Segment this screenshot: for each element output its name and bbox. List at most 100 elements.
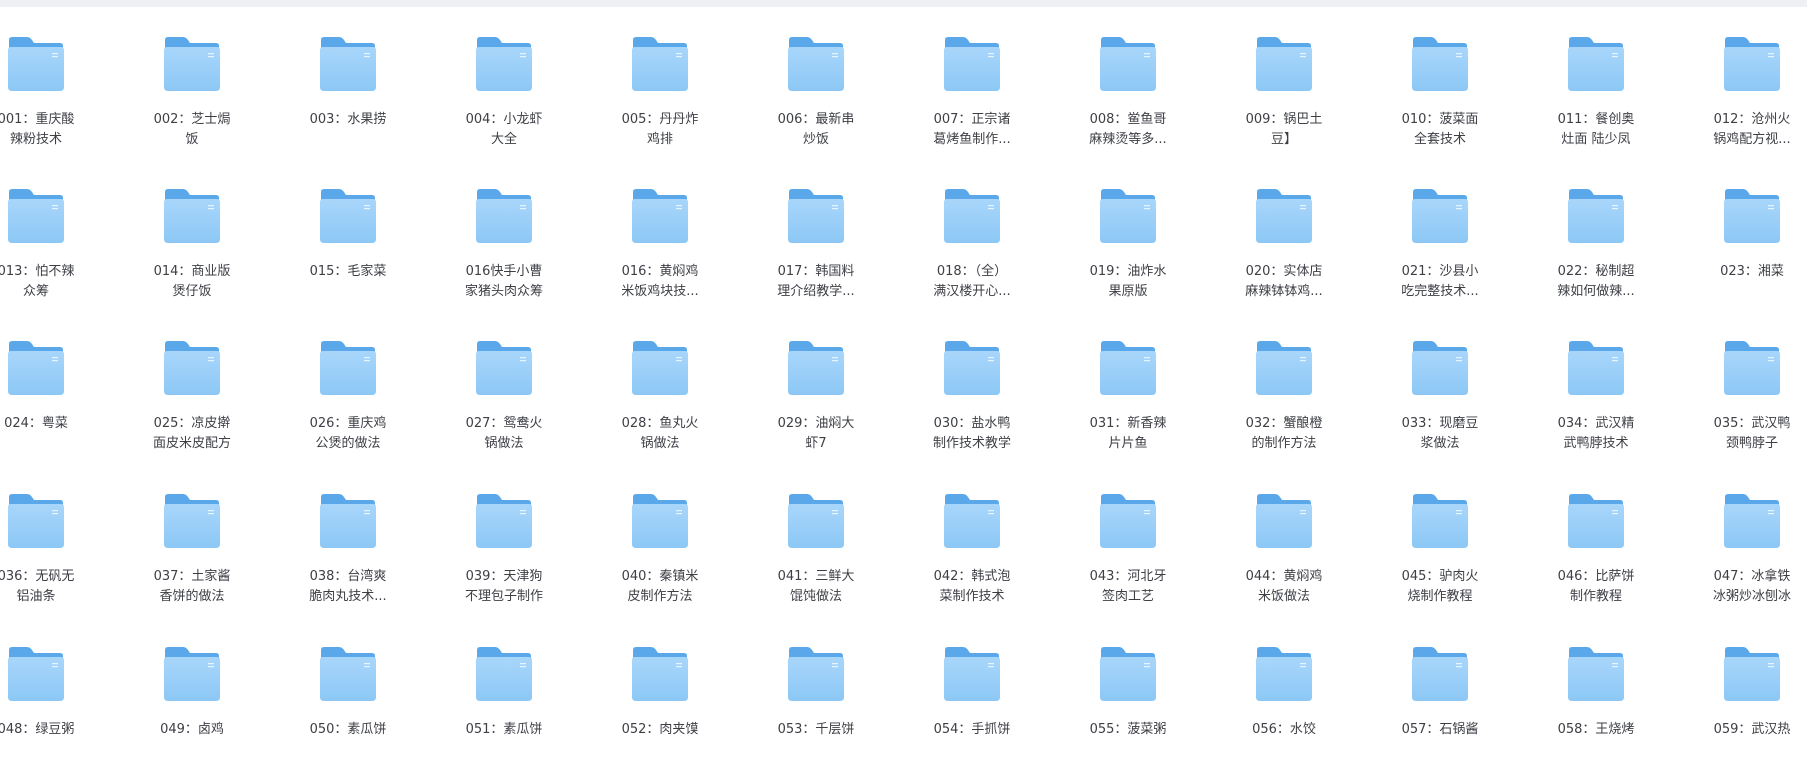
folder-item[interactable]: 004：小龙虾 大全 (426, 0, 582, 152)
folder-name-line1: 010：菠菜面 (1401, 112, 1479, 127)
folder-item[interactable]: 052：肉夹馍 (582, 610, 738, 762)
folder-item[interactable]: 045：驴肉火 烧制作教程 (1362, 457, 1518, 609)
folder-item[interactable]: 046：比萨饼 制作教程 (1518, 457, 1674, 609)
folder-name-line2: 全套技术 (1413, 132, 1466, 147)
folder-name: 016快手小曹 家猪头肉众筹 (434, 262, 574, 302)
folder-item[interactable]: 054：手抓饼 (894, 610, 1050, 762)
folder-item[interactable]: 053：千层饼 (738, 610, 894, 762)
folder-item[interactable]: 026：重庆鸡 公煲的做法 (270, 304, 426, 456)
folder-item[interactable]: 002：芝士焗饭 (114, 0, 270, 152)
folder-name: 003：水果捞 (278, 110, 418, 130)
folder-item[interactable]: 056：水饺 (1206, 610, 1362, 762)
folder-item[interactable]: 027：鸳鸯火 锅做法 (426, 304, 582, 456)
folder-item[interactable]: 049：卤鸡 (114, 610, 270, 762)
folder-name: 054：手抓饼 (902, 720, 1042, 740)
folder-item[interactable]: 035：武汉鸭 颈鸭脖子 (1674, 304, 1807, 456)
folder-name-line2: 辣如何做辣... (1557, 284, 1635, 299)
folder-item[interactable]: 024：粤菜 (0, 304, 114, 456)
folder-name: 027：鸳鸯火 锅做法 (434, 414, 574, 454)
folder-item[interactable]: 029：油焖大 虾7 (738, 304, 894, 456)
folder-icon (320, 189, 376, 243)
folder-item[interactable]: 018：（全） 满汉楼开心... (894, 152, 1050, 304)
folder-item[interactable]: 037：土家酱 香饼的做法 (114, 457, 270, 609)
folder-item[interactable]: 041：三鲜大 馄饨做法 (738, 457, 894, 609)
folder-item[interactable]: 023：湘菜 (1674, 152, 1807, 304)
folder-name-line1: 016快手小曹 (465, 264, 543, 279)
folder-name-line1: 008：鲎鱼哥 (1089, 112, 1167, 127)
folder-name-line2: 饭 (185, 132, 199, 147)
folder-item[interactable]: 048：绿豆粥 (0, 610, 114, 762)
folder-icon (1256, 494, 1312, 548)
folder-item[interactable]: 039：天津狗 不理包子制作 (426, 457, 582, 609)
folder-name-line2: 家猪头肉众筹 (464, 284, 543, 299)
folder-name: 053：千层饼 (746, 720, 886, 740)
folder-name-line2: 豆】 (1270, 132, 1297, 147)
folder-item[interactable]: 058：王烧烤 (1518, 610, 1674, 762)
folder-item[interactable]: 030：盐水鸭 制作技术教学 (894, 304, 1050, 456)
folder-item[interactable]: 021：沙县小 吃完整技术... (1362, 152, 1518, 304)
folder-item[interactable]: 032：蟹酿橙 的制作方法 (1206, 304, 1362, 456)
folder-name: 034：武汉精 武鸭脖技术 (1526, 414, 1666, 454)
folder-name-line1: 022：秘制超 (1557, 264, 1635, 279)
folder-item[interactable]: 005：丹丹炸 鸡排 (582, 0, 738, 152)
folder-item[interactable]: 044：黄焖鸡 米饭做法 (1206, 457, 1362, 609)
folder-icon (164, 189, 220, 243)
folder-icon (476, 494, 532, 548)
folder-name-line1: 052：肉夹馍 (621, 722, 699, 737)
folder-item[interactable]: 007：正宗诸 葛烤鱼制作... (894, 0, 1050, 152)
folder-item[interactable]: 003：水果捞 (270, 0, 426, 152)
folder-item[interactable]: 015：毛家菜 (270, 152, 426, 304)
folder-item[interactable]: 036：无矾无 铝油条 (0, 457, 114, 609)
folder-name: 013：怕不辣 众筹 (0, 262, 106, 302)
folder-name: 014：商业版 煲仔饭 (122, 262, 262, 302)
folder-item[interactable]: 016：黄焖鸡 米饭鸡块技... (582, 152, 738, 304)
folder-item[interactable]: 001：重庆酸 辣粉技术 (0, 0, 114, 152)
folder-item[interactable]: 006：最新串 炒饭 (738, 0, 894, 152)
folder-item[interactable]: 050：素瓜饼 (270, 610, 426, 762)
folder-icon (632, 647, 688, 701)
folder-item[interactable]: 019：油炸水 果原版 (1050, 152, 1206, 304)
folder-item[interactable]: 022：秘制超 辣如何做辣... (1518, 152, 1674, 304)
folder-item[interactable]: 051：素瓜饼 (426, 610, 582, 762)
folder-item[interactable]: 011：餐创奥 灶面 陆少凤 (1518, 0, 1674, 152)
folder-item[interactable]: 047：冰拿铁 冰粥炒冰刨冰 (1674, 457, 1807, 609)
folder-name: 015：毛家菜 (278, 262, 418, 282)
folder-item[interactable]: 010：菠菜面 全套技术 (1362, 0, 1518, 152)
folder-name-line2: 颈鸭脖子 (1725, 436, 1778, 451)
folder-item[interactable]: 009：锅巴土 豆】 (1206, 0, 1362, 152)
folder-item[interactable]: 020：实体店 麻辣钵钵鸡... (1206, 152, 1362, 304)
folder-item[interactable]: 059：武汉热 (1674, 610, 1807, 762)
folder-name: 045：驴肉火 烧制作教程 (1370, 567, 1510, 607)
folder-item[interactable]: 016快手小曹 家猪头肉众筹 (426, 152, 582, 304)
folder-item[interactable]: 033：现磨豆 浆做法 (1362, 304, 1518, 456)
folder-name-line2: 锅鸡配方视... (1713, 132, 1791, 147)
folder-item[interactable]: 038：台湾爽 脆肉丸技术... (270, 457, 426, 609)
folder-item[interactable]: 043：河北牙 签肉工艺 (1050, 457, 1206, 609)
folder-name: 057：石锅酱 (1370, 720, 1510, 740)
folder-item[interactable]: 028：鱼丸火 锅做法 (582, 304, 738, 456)
folder-name: 006：最新串 炒饭 (746, 110, 886, 150)
folder-item[interactable]: 025：凉皮擀 面皮米皮配方 (114, 304, 270, 456)
folder-item[interactable]: 040：秦镇米 皮制作方法 (582, 457, 738, 609)
folder-name-line1: 059：武汉热 (1713, 722, 1791, 737)
folder-icon (1100, 647, 1156, 701)
folder-item[interactable]: 013：怕不辣 众筹 (0, 152, 114, 304)
folder-icon (164, 37, 220, 91)
folder-item[interactable]: 034：武汉精 武鸭脖技术 (1518, 304, 1674, 456)
folder-item[interactable]: 008：鲎鱼哥 麻辣烫等多... (1050, 0, 1206, 152)
folder-icon (788, 189, 844, 243)
folder-item[interactable]: 057：石锅酱 (1362, 610, 1518, 762)
folder-item[interactable]: 031：新香辣 片片鱼 (1050, 304, 1206, 456)
folder-item[interactable]: 012：沧州火 锅鸡配方视... (1674, 0, 1807, 152)
folder-name-line2: 满汉楼开心... (933, 284, 1011, 299)
folder-item[interactable]: 055：菠菜粥 (1050, 610, 1206, 762)
folder-icon (164, 494, 220, 548)
folder-name: 030：盐水鸭 制作技术教学 (902, 414, 1042, 454)
folder-icon (788, 37, 844, 91)
folder-item[interactable]: 017：韩国料 理介绍教学... (738, 152, 894, 304)
folder-name-line1: 058：王烧烤 (1557, 722, 1635, 737)
folder-name-line1: 025：凉皮擀 (153, 416, 231, 431)
folder-item[interactable]: 014：商业版 煲仔饭 (114, 152, 270, 304)
folder-item[interactable]: 042：韩式泡 菜制作技术 (894, 457, 1050, 609)
folder-icon (1724, 189, 1780, 243)
